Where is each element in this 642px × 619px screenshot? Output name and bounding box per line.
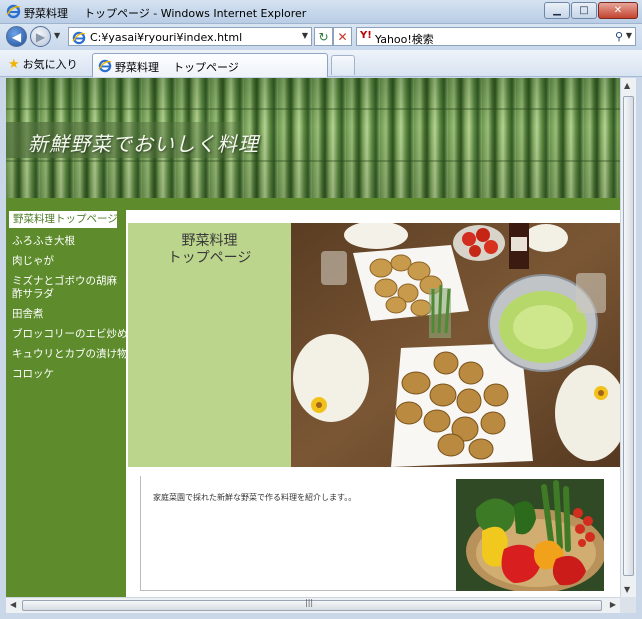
scroll-up-icon[interactable]: ▲ xyxy=(624,81,630,90)
site-title: 新鮮野菜でおいしく料理 xyxy=(28,132,259,156)
refresh-button[interactable]: ↻ xyxy=(314,27,333,46)
bamboo-node-line xyxy=(6,160,620,162)
favorites-bar: ★ お気に入り 野菜料理 トップページ xyxy=(0,50,642,77)
vegetables-photo xyxy=(456,479,604,591)
sidebar: 野菜料理トップページ ふろふき大根 肉じゃが ミズナとゴボウの胡麻酢サラダ 田舎… xyxy=(6,210,128,597)
horizontal-scrollbar[interactable]: ◀ ||| ▶ xyxy=(6,597,620,613)
chevron-down-icon[interactable]: ▼ xyxy=(626,31,632,40)
close-button[interactable]: ✕ xyxy=(598,2,638,19)
hero-label-box: 野菜料理 トップページ xyxy=(128,223,291,467)
internet-explorer-icon xyxy=(98,58,112,77)
nav-item-broccoli-shrimp[interactable]: ブロッコリーのエビ炒め xyxy=(6,328,128,341)
window-titlebar[interactable]: 野菜料理 トップページ - Windows Internet Explorer … xyxy=(0,0,642,24)
tab-current[interactable]: 野菜料理 トップページ xyxy=(92,53,328,77)
bamboo-node-line xyxy=(6,108,620,110)
nav-item-pickles[interactable]: キュウリとカブの漬け物 xyxy=(6,348,128,361)
header-divider xyxy=(6,198,620,210)
scroll-left-icon[interactable]: ◀ xyxy=(10,600,16,609)
chevron-down-icon[interactable]: ▼ xyxy=(302,31,308,40)
maximize-button[interactable]: □ xyxy=(571,2,597,19)
nav-item-top[interactable]: 野菜料理トップページ xyxy=(9,211,118,228)
hero-title: 野菜料理 トップページ xyxy=(167,233,252,266)
nav-item-nikujaga[interactable]: 肉じゃが xyxy=(6,255,126,268)
back-button[interactable]: ◀ xyxy=(6,26,27,47)
address-input[interactable]: C:¥yasai¥ryouri¥index.html ▼ xyxy=(68,27,312,46)
internet-explorer-icon xyxy=(6,4,21,23)
nav-item-furofuki-daikon[interactable]: ふろふき大根 xyxy=(6,235,126,248)
nav-item-mizuna-salad[interactable]: ミズナとゴボウの胡麻酢サラダ xyxy=(6,275,124,301)
vertical-scroll-thumb[interactable] xyxy=(623,96,634,576)
vertical-scrollbar[interactable]: ▲ ▼ xyxy=(620,78,636,597)
search-input[interactable]: Y! Yahoo!検索 ⚲ ▼ xyxy=(356,27,636,46)
scrollbar-corner xyxy=(620,597,636,613)
window-controls: ▁ □ ✕ xyxy=(543,2,638,19)
nav-item-croquette[interactable]: コロッケ xyxy=(6,368,126,381)
stop-button[interactable]: ✕ xyxy=(333,27,352,46)
bamboo-banner: 新鮮野菜でおいしく料理 xyxy=(6,78,620,198)
croquette-photo xyxy=(291,223,620,467)
page-viewport: 新鮮野菜でおいしく料理 野菜料理トップページ ふろふき大根 肉じゃが ミズナとゴ… xyxy=(6,78,620,597)
scroll-down-icon[interactable]: ▼ xyxy=(624,585,630,594)
window-app-name: 野菜料理 xyxy=(24,7,68,20)
star-icon: ★ xyxy=(8,56,20,72)
tab-page-title: トップページ xyxy=(173,61,239,74)
arrow-right-icon: ▶ xyxy=(35,29,46,44)
yahoo-icon: Y! xyxy=(360,30,372,41)
address-toolbar: ◀ ▶ ▼ C:¥yasai¥ryouri¥index.html ▼ ↻ ✕ Y… xyxy=(0,24,642,50)
description-box: 家庭菜園で採れた新鮮な野菜で作る料理を紹介します。。 xyxy=(140,476,456,591)
address-url: C:¥yasai¥ryouri¥index.html xyxy=(90,31,243,44)
minimize-button[interactable]: ▁ xyxy=(544,2,570,19)
arrow-left-icon: ◀ xyxy=(11,29,22,44)
favorites-label: お気に入り xyxy=(22,58,78,71)
favorites-button[interactable]: ★ お気に入り xyxy=(8,56,78,72)
forward-button[interactable]: ▶ xyxy=(30,26,51,47)
tab-label: 野菜料理 xyxy=(115,61,159,74)
description-text: 家庭菜園で採れた新鮮な野菜で作る料理を紹介します。。 xyxy=(153,493,357,502)
nav-list: 野菜料理トップページ ふろふき大根 肉じゃが ミズナとゴボウの胡麻酢サラダ 田舎… xyxy=(6,211,128,388)
search-icon[interactable]: ⚲ xyxy=(615,30,623,43)
search-placeholder: Yahoo!検索 xyxy=(375,33,434,46)
history-dropdown-icon[interactable]: ▼ xyxy=(54,31,60,40)
scroll-right-icon[interactable]: ▶ xyxy=(610,600,616,609)
nav-item-inakani[interactable]: 田舎煮 xyxy=(6,308,126,321)
internet-explorer-icon xyxy=(72,30,86,49)
new-tab-button[interactable] xyxy=(331,55,355,75)
window-title: トップページ - Windows Internet Explorer xyxy=(84,7,307,20)
scroll-grip-icon: ||| xyxy=(305,598,314,607)
